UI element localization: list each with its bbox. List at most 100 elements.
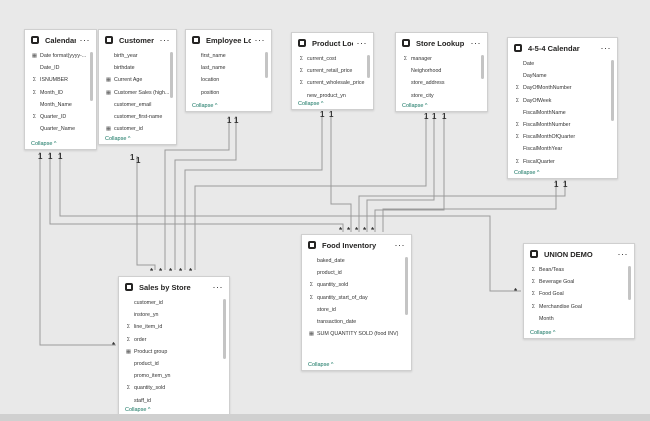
field-scrollbar[interactable] <box>405 257 408 316</box>
field-list[interactable]: first_name last_name location position <box>186 50 271 101</box>
field-row[interactable]: Σmanager <box>396 53 487 65</box>
field-row[interactable]: Σ Merchandise Goal <box>524 301 634 313</box>
field-row[interactable]: Σquantity_start_of_day <box>302 292 411 304</box>
more-options-icon[interactable]: ··· <box>618 250 629 259</box>
employee-lookup-table[interactable]: Employee Lookup ··· first_name last_nameloc… <box>185 29 272 112</box>
table-header[interactable]: Customer Lo... ··· <box>99 30 176 50</box>
field-row[interactable]: ▦ SUM QUANTITY SOLD (food INV) <box>302 328 411 340</box>
table-header[interactable]: Product Lookup ··· <box>292 33 373 53</box>
field-row[interactable]: Σcurrent_retail_price <box>292 65 373 77</box>
food-inventory-table[interactable]: Food Inventory ··· baked_date product_id Σqu… <box>301 234 412 371</box>
field-row[interactable]: ▦ Product group <box>119 346 229 358</box>
field-row[interactable]: Σquantity_sold <box>119 382 229 394</box>
field-row[interactable]: Σ Quarter_ID <box>25 111 96 123</box>
field-row[interactable]: Σ DayOfMonthNumber <box>508 82 617 94</box>
field-row[interactable]: instore_yn <box>119 309 229 321</box>
field-row[interactable]: Σ Beverage Goal <box>524 276 634 288</box>
field-row[interactable]: Σ FiscalMonthNumber <box>508 119 617 131</box>
sales-by-store-table[interactable]: Sales by Store ··· customer_id instore_yn Σl… <box>118 276 230 416</box>
field-row[interactable]: Σcurrent_cost <box>292 53 373 65</box>
union-demo-table[interactable]: UNION DEMO ··· Σ Bean/Teas Σ Beverage Goal Σ Fo… <box>523 243 635 339</box>
field-scrollbar[interactable] <box>628 266 631 300</box>
field-row[interactable]: Σ Month_ID <box>25 87 96 99</box>
table-header[interactable]: Calendar ··· <box>25 30 96 50</box>
table-header[interactable]: Food Inventory ··· <box>302 235 411 255</box>
field-row[interactable]: FiscalMonthName <box>508 107 617 119</box>
model-canvas[interactable]: Calendar ··· ▦ Date format(yyyy-... Date_ID Σ… <box>0 0 650 421</box>
table-header[interactable]: Store Lookup ··· <box>396 33 487 53</box>
field-row[interactable]: ▦ Date format(yyyy-... <box>25 50 96 62</box>
field-row[interactable]: Σcurrent_wholesale_price <box>292 77 373 89</box>
field-row[interactable]: Σ Food Goal <box>524 288 634 300</box>
field-row[interactable]: ▦ customer_id <box>99 123 176 134</box>
field-row[interactable]: Σ DayOfWeek <box>508 95 617 107</box>
more-options-icon[interactable]: ··· <box>601 44 612 53</box>
table-header[interactable]: UNION DEMO ··· <box>524 244 634 264</box>
field-row[interactable]: store_city <box>396 90 487 101</box>
field-row[interactable]: birth_year <box>99 50 176 62</box>
more-options-icon[interactable]: ··· <box>357 39 368 48</box>
field-list[interactable]: customer_id instore_yn Σline_item_id Σorder… <box>119 297 229 405</box>
more-options-icon[interactable]: ··· <box>160 36 171 45</box>
field-row[interactable]: Σ FiscalMonthOfQuarter <box>508 131 617 143</box>
field-row[interactable]: customer_id <box>119 297 229 309</box>
field-list[interactable]: Σcurrent_cost Σcurrent_retail_price Σcurre… <box>292 53 373 99</box>
collapse-button[interactable]: Collapse ^ <box>508 168 617 178</box>
field-scrollbar[interactable] <box>265 52 268 78</box>
field-scrollbar[interactable] <box>481 55 484 79</box>
field-list[interactable]: Σmanager Neighorhood store_address store_ci… <box>396 53 487 101</box>
field-row[interactable]: position <box>186 87 271 99</box>
more-options-icon[interactable]: ··· <box>255 36 266 45</box>
field-row[interactable]: Quarter_Name <box>25 123 96 135</box>
field-row[interactable]: product_id <box>302 267 411 279</box>
table-header[interactable]: Employee Lookup ··· <box>186 30 271 50</box>
field-row[interactable]: new_product_yn <box>292 90 373 99</box>
store-lookup-table[interactable]: Store Lookup ··· Σmanager Neighorhood store_… <box>395 32 488 112</box>
field-row[interactable]: last_name <box>186 62 271 74</box>
more-options-icon[interactable]: ··· <box>471 39 482 48</box>
table-header[interactable]: Sales by Store ··· <box>119 277 229 297</box>
customer-lookup-table[interactable]: Customer Lo...···birth_yearbirthdate▦Cur… <box>98 29 177 145</box>
field-row[interactable]: promo_item_yn <box>119 370 229 382</box>
field-row[interactable]: customer_email <box>99 99 176 111</box>
field-row[interactable]: Date <box>508 58 617 70</box>
table-header[interactable]: 4-5-4 Calendar ··· <box>508 38 617 58</box>
field-row[interactable]: transaction_date <box>302 316 411 328</box>
calendar-454-table[interactable]: 4-5-4 Calendar ··· Date DayName Σ DayOfMonthN… <box>507 37 618 179</box>
field-row[interactable]: Σ FiscalQuarter <box>508 156 617 168</box>
field-row[interactable]: store_id <box>302 304 411 316</box>
field-row[interactable]: Month <box>524 313 634 325</box>
field-row[interactable]: Σ Bean/Teas <box>524 264 634 276</box>
field-row[interactable]: ▦ Current Age <box>99 74 176 86</box>
product-lookup-table[interactable]: Product Lookup···Σcurrent_costΣcurrent_r… <box>291 32 374 110</box>
field-row[interactable]: Σquantity_sold <box>302 279 411 291</box>
collapse-button[interactable]: Collapse ^ <box>524 328 634 338</box>
field-scrollbar[interactable] <box>170 52 173 98</box>
field-row[interactable]: Date_ID <box>25 62 96 74</box>
field-list[interactable]: Date DayName Σ DayOfMonthNumber Σ DayOfWeek Fi… <box>508 58 617 168</box>
more-options-icon[interactable]: ··· <box>213 283 224 292</box>
collapse-button[interactable]: Collapse ^ <box>25 139 96 149</box>
field-row[interactable]: FiscalMonthYear <box>508 143 617 155</box>
field-scrollbar[interactable] <box>367 55 370 78</box>
collapse-button[interactable]: Collapse ^ <box>396 101 487 111</box>
field-row[interactable]: store_address <box>396 77 487 89</box>
field-list[interactable]: baked_date product_id Σquantity_sold Σquant… <box>302 255 411 360</box>
field-row[interactable]: baked_date <box>302 255 411 267</box>
field-row[interactable]: customer_first-name <box>99 111 176 123</box>
field-row[interactable]: Σorder <box>119 334 229 346</box>
field-row[interactable]: birthdate <box>99 62 176 74</box>
field-list[interactable]: birth_year birthdate ▦ Current Age ▦ Customer… <box>99 50 176 134</box>
field-row[interactable]: first_name <box>186 50 271 62</box>
collapse-button[interactable]: Collapse ^ <box>302 360 411 370</box>
horizontal-scrollbar[interactable] <box>0 414 650 421</box>
field-scrollbar[interactable] <box>611 60 614 122</box>
field-row[interactable]: Month_Name <box>25 99 96 111</box>
calendar-table[interactable]: Calendar ··· ▦ Date format(yyyy-... Date_ID Σ… <box>24 29 97 150</box>
collapse-button[interactable]: Collapse ^ <box>292 99 373 109</box>
field-row[interactable]: product_id <box>119 358 229 370</box>
collapse-button[interactable]: Collapse ^ <box>186 101 271 111</box>
field-scrollbar[interactable] <box>223 299 226 359</box>
field-list[interactable]: Σ Bean/Teas Σ Beverage Goal Σ Food Goal Σ Merch… <box>524 264 634 328</box>
field-row[interactable]: location <box>186 74 271 86</box>
